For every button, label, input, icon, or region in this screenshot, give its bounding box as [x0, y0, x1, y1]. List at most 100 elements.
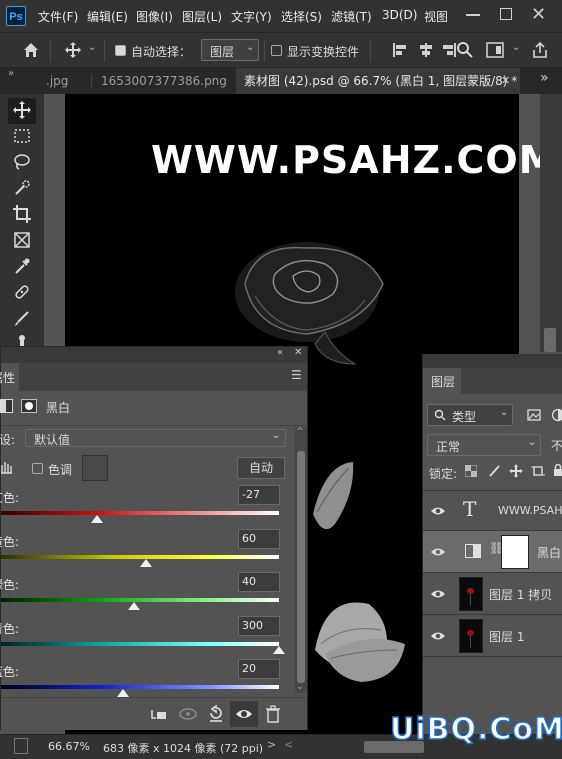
align-center-icon[interactable] — [418, 42, 434, 58]
visibility-eye-icon[interactable] — [431, 587, 445, 601]
slider-thumb[interactable] — [117, 689, 130, 697]
collapse-arrows-icon[interactable]: » — [8, 68, 14, 79]
menu-filter[interactable]: 滤镜(T) — [331, 8, 372, 25]
menu-edit[interactable]: 编辑(E) — [87, 8, 128, 25]
slider-track[interactable] — [1, 511, 279, 515]
share-icon[interactable] — [531, 41, 549, 59]
panel-menu-icon[interactable]: ☰ — [291, 368, 302, 382]
canvas-vertical-scrollbar[interactable] — [540, 94, 562, 352]
tint-color-swatch[interactable] — [82, 455, 108, 481]
menu-view[interactable]: 视图 — [424, 8, 448, 25]
layer-row-layer1[interactable]: 图层 1 — [423, 614, 562, 656]
view-previous-state-icon[interactable] — [178, 706, 198, 722]
show-transform-checkbox[interactable] — [271, 45, 282, 56]
slider-thumb[interactable] — [91, 515, 104, 523]
lasso-tool-icon[interactable] — [10, 150, 34, 174]
auto-select-target-dropdown[interactable]: 图层 ⌄ — [201, 39, 259, 61]
tint-checkbox[interactable] — [32, 463, 43, 474]
auto-select-checkbox[interactable] — [115, 45, 126, 56]
minimize-icon[interactable] — [466, 14, 480, 16]
filter-pixel-icon[interactable] — [527, 408, 541, 422]
crop-tool-icon[interactable] — [10, 202, 34, 226]
tab-properties[interactable]: 属性 — [0, 369, 15, 386]
lock-artboard-icon[interactable] — [531, 464, 545, 478]
visibility-eye-icon[interactable] — [431, 504, 445, 518]
layer-row-text[interactable]: T WWW.PSAHZ — [423, 490, 562, 530]
chevron-down-icon[interactable]: ⌄ — [88, 42, 96, 53]
layer-filter-dropdown[interactable]: 类型 ⌄ — [427, 404, 513, 426]
layer-row-layer1-copy[interactable]: 图层 1 拷贝 — [423, 572, 562, 614]
slider-value-input[interactable]: 20 — [238, 659, 280, 679]
close-icon[interactable]: ✕ — [531, 4, 546, 25]
layer-row-black-white-selected[interactable]: ⛓ 黑白 — [423, 530, 562, 572]
close-icon[interactable]: ✕ — [294, 347, 302, 358]
document-info[interactable]: 683 像素 x 1024 像素 (72 ppi) — [103, 740, 263, 756]
lock-transparent-icon[interactable] — [465, 465, 477, 477]
slider-value-input[interactable]: 300 — [238, 615, 280, 636]
zoom-level[interactable]: 66.67% — [48, 740, 90, 753]
home-icon[interactable] — [22, 41, 40, 59]
frame-tool-icon[interactable] — [10, 228, 34, 252]
menu-bar: Ps 文件(F) 编辑(E) 图像(I) 图层(L) 文字(Y) 选择(S) 滤… — [0, 0, 562, 32]
visibility-eye-icon[interactable] — [431, 545, 445, 559]
targeted-adjustment-hand-icon[interactable] — [0, 459, 13, 475]
healing-brush-tool-icon[interactable] — [10, 280, 34, 304]
brush-tool-icon[interactable] — [10, 306, 34, 330]
panel-scrollbar[interactable]: ^ ⌄ — [295, 427, 307, 693]
blend-mode-dropdown[interactable]: 正常 ⌄ — [427, 434, 541, 456]
auto-button[interactable]: 自动 — [237, 457, 285, 479]
clip-to-layer-icon[interactable] — [150, 706, 168, 722]
menu-image[interactable]: 图像(I) — [136, 8, 173, 25]
menu-layer[interactable]: 图层(L) — [182, 8, 222, 25]
trash-icon[interactable] — [266, 705, 280, 723]
slider-track[interactable] — [1, 685, 279, 689]
tab-png[interactable]: 1653007377386.png — [101, 68, 231, 94]
maximize-icon[interactable] — [500, 8, 512, 20]
preset-dropdown[interactable]: 默认值 ⌄ — [25, 429, 286, 447]
quick-mask-icon[interactable] — [14, 738, 28, 754]
menu-3d[interactable]: 3D(D) — [382, 8, 417, 22]
visibility-eye-icon[interactable] — [431, 629, 445, 643]
reset-icon[interactable] — [208, 705, 224, 723]
more-tabs-icon[interactable]: » — [540, 70, 549, 86]
slider-thumb[interactable] — [139, 558, 152, 567]
search-icon[interactable] — [456, 41, 474, 59]
show-transform-label: 显示变换控件 — [287, 45, 360, 59]
quick-select-tool-icon[interactable] — [10, 176, 34, 200]
slider-value-input[interactable]: -27 — [238, 485, 280, 505]
menu-type[interactable]: 文字(Y) — [231, 8, 272, 25]
scroll-left-icon[interactable]: < — [284, 738, 293, 751]
slider-track[interactable] — [1, 641, 279, 646]
slider-value-input[interactable]: 60 — [238, 528, 280, 549]
rose-leaves-image — [313, 462, 405, 682]
eyedropper-tool-icon[interactable] — [10, 254, 34, 278]
status-menu-arrow-icon[interactable]: > — [267, 738, 276, 751]
visibility-eye-icon[interactable] — [235, 706, 253, 722]
black-white-adjustment-icon — [465, 544, 481, 558]
opacity-label: 不 — [551, 439, 562, 453]
slider-value-input[interactable]: 40 — [238, 572, 280, 592]
collapse-panel-icon[interactable]: « — [277, 347, 283, 358]
filter-adjustment-icon[interactable] — [551, 408, 562, 422]
tab-layers[interactable]: 图层 — [431, 373, 455, 390]
workspace-icon[interactable] — [486, 41, 504, 59]
mask-icon[interactable] — [21, 399, 37, 413]
lock-position-icon[interactable] — [509, 464, 523, 478]
align-right-icon[interactable] — [441, 42, 457, 58]
layer-mask-thumbnail[interactable] — [501, 535, 529, 569]
menu-file[interactable]: 文件(F) — [38, 8, 78, 25]
lock-all-icon[interactable] — [553, 463, 562, 477]
move-tool-icon[interactable] — [64, 41, 82, 59]
menu-select[interactable]: 选择(S) — [281, 8, 322, 25]
slider-thumb[interactable] — [128, 602, 141, 610]
tab-psd-active[interactable]: 素材图 (42).psd @ 66.7% (黑白 1, 图层蒙版/8) * ✕ — [236, 68, 520, 94]
marquee-tool-icon[interactable] — [10, 124, 34, 148]
align-left-icon[interactable] — [392, 42, 408, 58]
chevron-down-icon[interactable]: ⌄ — [512, 42, 520, 53]
move-tool-icon[interactable] — [10, 98, 34, 122]
lock-image-pixels-icon[interactable] — [487, 464, 501, 478]
tab-jpg[interactable]: .jpg — [44, 68, 90, 94]
close-icon[interactable]: ✕ — [501, 68, 510, 94]
auto-select-target-value: 图层 — [210, 45, 235, 59]
slider-thumb[interactable] — [273, 645, 285, 654]
